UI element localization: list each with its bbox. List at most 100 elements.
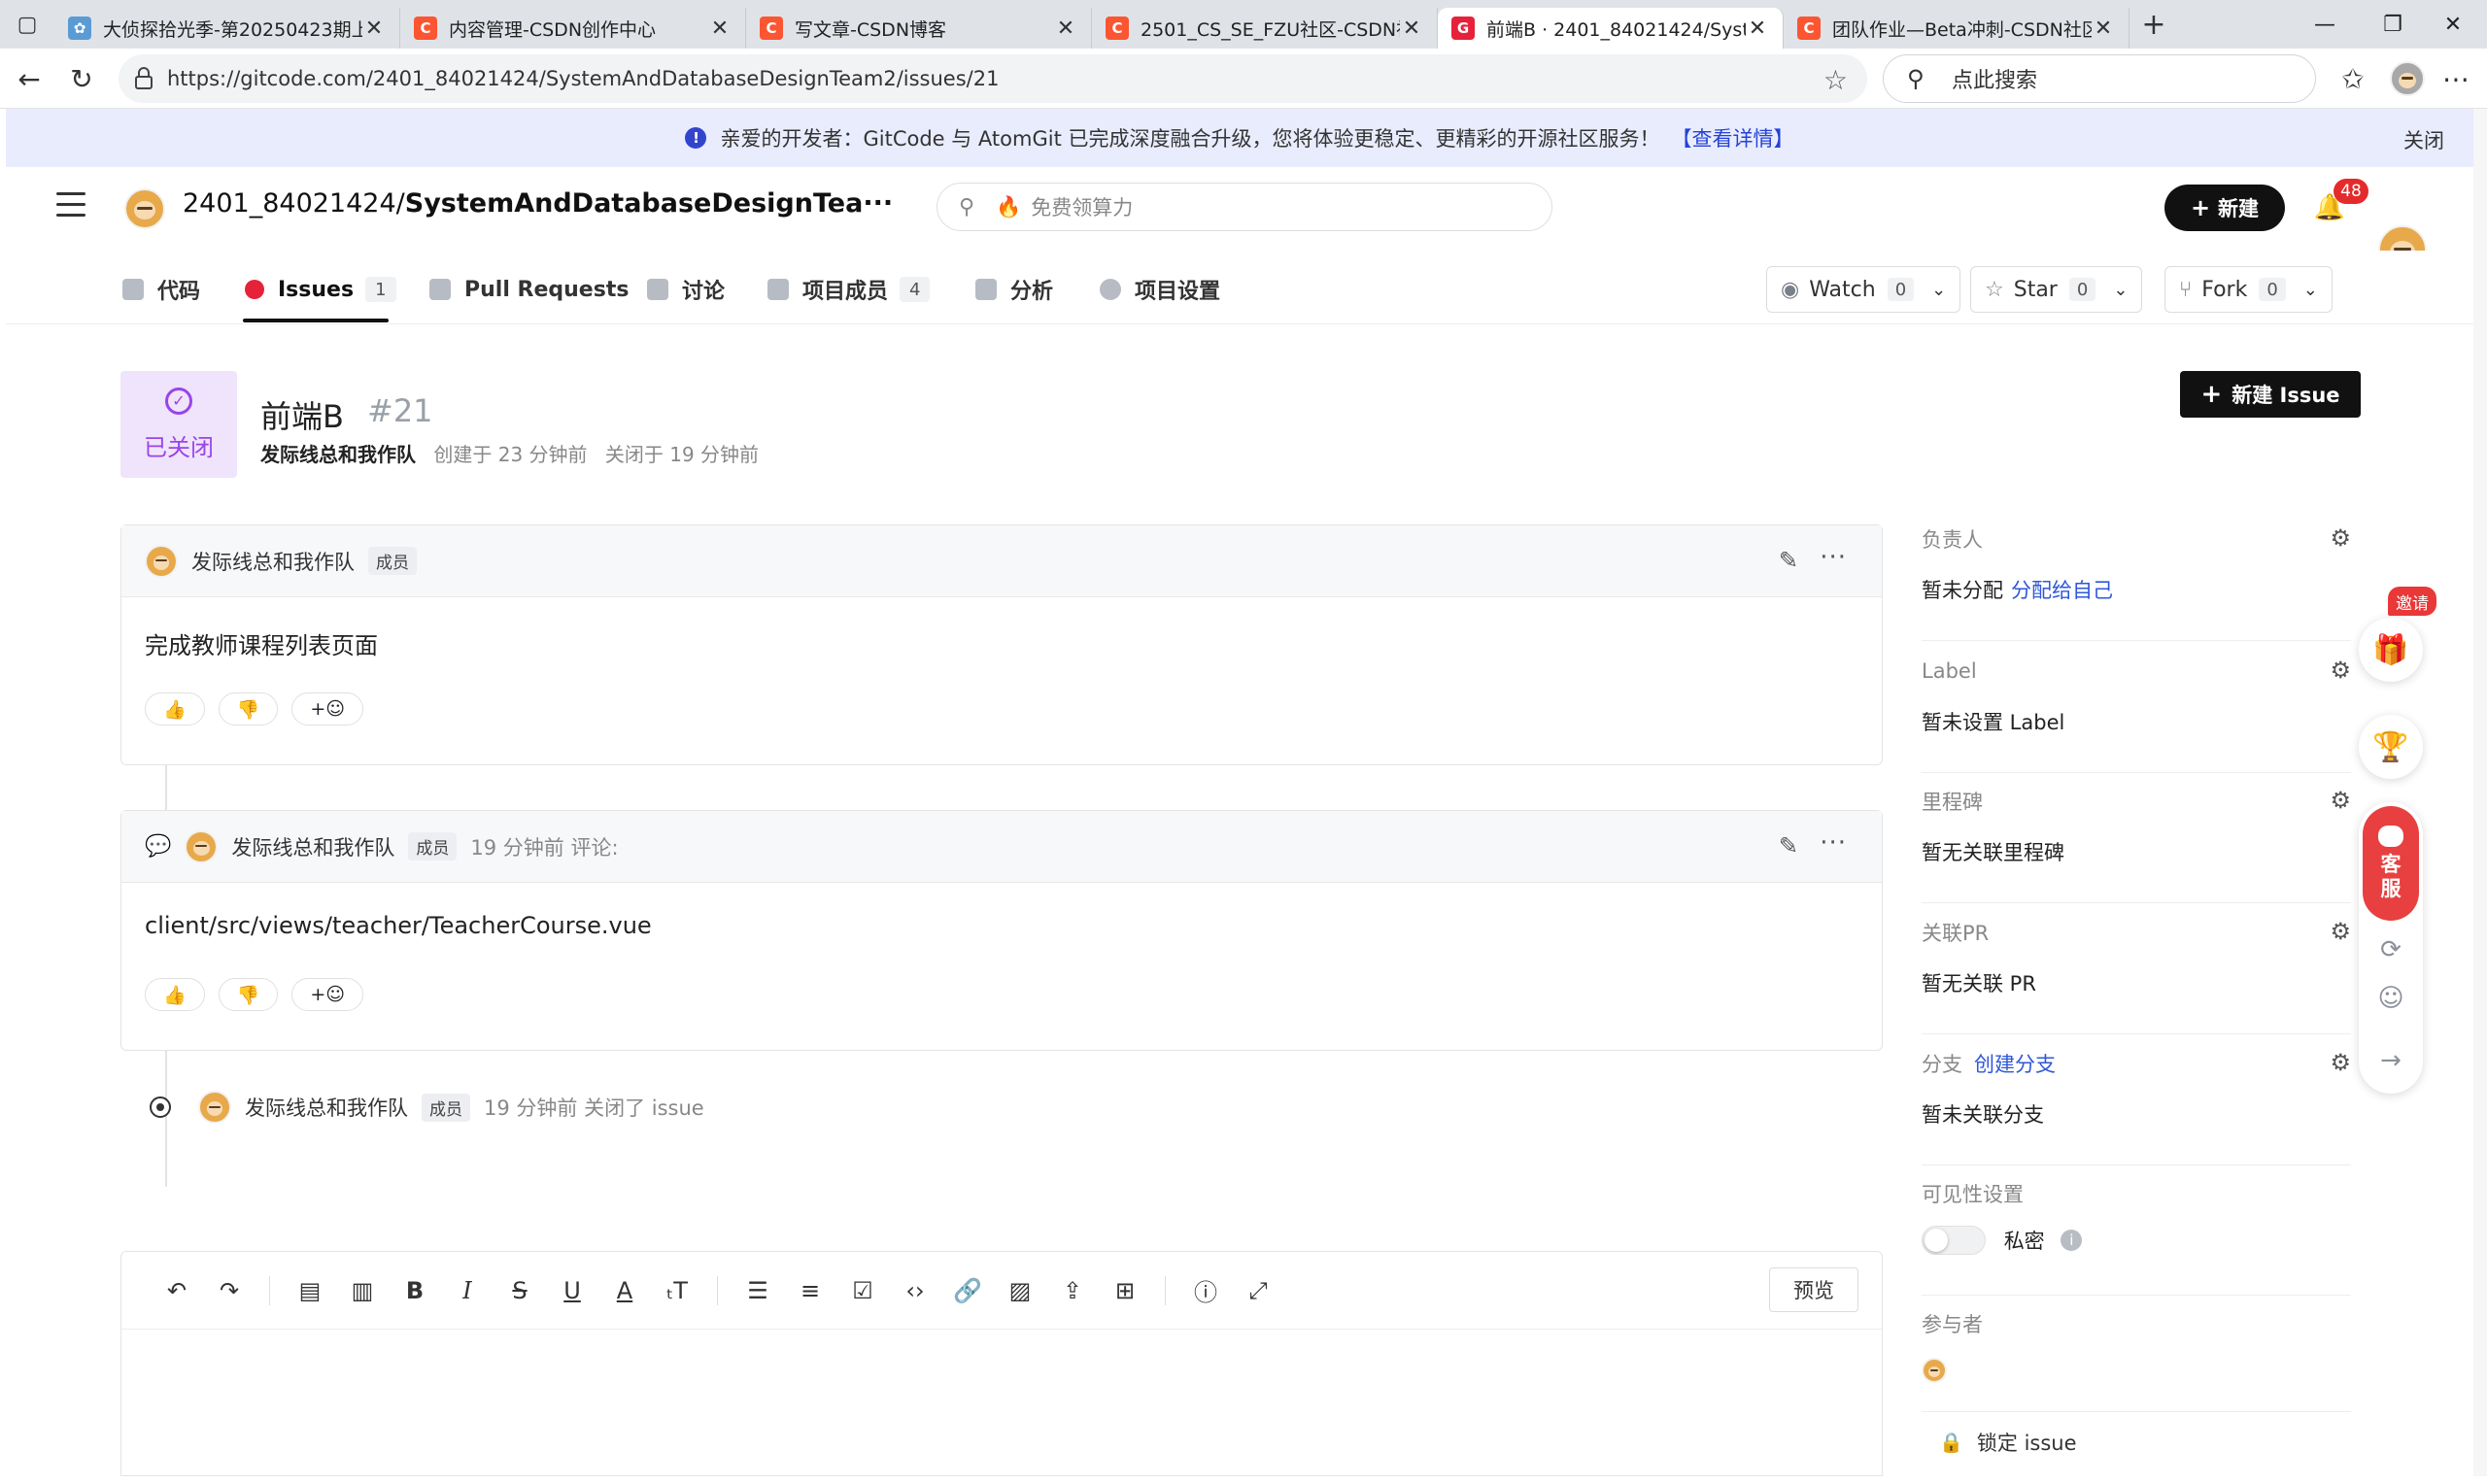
participant-avatar[interactable]	[1922, 1358, 1947, 1383]
tab-discussions[interactable]: 讨论	[647, 270, 725, 309]
announcement-link[interactable]: 【查看详情】	[1672, 123, 1794, 152]
editor-textarea[interactable]	[121, 1330, 1882, 1475]
comment-author[interactable]: 发际线总和我作队	[231, 832, 394, 861]
author-avatar[interactable]	[145, 544, 178, 578]
help-icon[interactable]: ⓘ	[1179, 1271, 1232, 1310]
font-size-icon[interactable]: ₜT	[651, 1271, 703, 1310]
upload-icon[interactable]: ⇪	[1046, 1271, 1099, 1310]
private-toggle[interactable]	[1922, 1226, 1986, 1255]
announcement-close-button[interactable]: 关闭	[2403, 125, 2444, 154]
thumbs-up-icon[interactable]: 👍	[145, 692, 205, 725]
more-menu-icon[interactable]: ⋯	[2438, 61, 2473, 96]
task-list-icon[interactable]: ☑	[836, 1271, 889, 1310]
arrow-right-icon[interactable]: →	[2375, 1045, 2406, 1076]
site-search-input[interactable]: ⚲ 🔥 免费领算力	[937, 183, 1552, 231]
add-reaction-icon[interactable]: +☺	[291, 978, 364, 1011]
assign-self-link[interactable]: 分配给自己	[2011, 579, 2113, 602]
text-color-icon[interactable]: A	[598, 1271, 651, 1310]
browser-tab-5[interactable]: G 前端B · 2401_84021424/SystemAn ✕	[1438, 8, 1784, 49]
gear-icon[interactable]: ⚙	[2330, 657, 2351, 684]
bold-icon[interactable]: B	[389, 1271, 441, 1310]
gear-icon[interactable]: ⚙	[2330, 1049, 2351, 1076]
header-1-icon[interactable]: ▤	[284, 1271, 336, 1310]
tab-actions-icon[interactable]: ▢	[0, 0, 54, 49]
browser-tab-3[interactable]: C 写文章-CSDN博客 ✕	[746, 8, 1092, 49]
hamburger-menu-icon[interactable]	[56, 192, 85, 218]
invite-badge[interactable]: 邀请	[2388, 587, 2436, 616]
close-icon[interactable]: ✕	[1746, 17, 1769, 41]
close-icon[interactable]: ✕	[362, 17, 386, 41]
favorites-icon[interactable]: ✩	[2335, 61, 2370, 96]
thumbs-down-icon[interactable]: 👎	[218, 692, 279, 725]
issue-author[interactable]: 发际线总和我作队	[260, 443, 416, 466]
close-icon[interactable]: ✕	[708, 17, 732, 41]
repo-owner[interactable]: 2401_84021424/	[183, 188, 405, 219]
add-reaction-icon[interactable]: +☺	[291, 692, 364, 725]
star-button[interactable]: ☆ Star 0 ⌄	[1970, 266, 2143, 313]
thumbs-down-icon[interactable]: 👎	[218, 978, 279, 1011]
redo-icon[interactable]: ↷	[203, 1271, 256, 1310]
more-options-icon[interactable]: ···	[1820, 828, 1847, 858]
tab-settings[interactable]: 项目设置	[1100, 270, 1220, 309]
fork-button[interactable]: ⑂ Fork 0 ⌄	[2164, 266, 2333, 313]
tab-pull-requests[interactable]: Pull Requests	[429, 270, 629, 309]
new-issue-button[interactable]: + 新建 Issue	[2180, 371, 2361, 418]
fullscreen-icon[interactable]: ⤢	[1232, 1271, 1284, 1310]
tab-issues[interactable]: Issues 1	[245, 270, 396, 309]
author-avatar[interactable]	[198, 1091, 231, 1124]
strikethrough-icon[interactable]: S	[494, 1271, 546, 1310]
image-icon[interactable]: ▨	[994, 1271, 1046, 1310]
page-scrollbar[interactable]	[2473, 109, 2487, 1476]
reload-icon[interactable]: ↻	[64, 61, 99, 96]
tab-code[interactable]: 代码	[122, 270, 200, 309]
thumbs-up-icon[interactable]: 👍	[145, 978, 205, 1011]
url-field[interactable]: https://gitcode.com/2401_84021424/System…	[119, 54, 1867, 103]
underline-icon[interactable]: U	[546, 1271, 598, 1310]
gift-icon[interactable]: 🎁	[2359, 618, 2423, 682]
customer-service-button[interactable]: 客 服	[2363, 806, 2419, 921]
numbered-list-icon[interactable]: ≡	[784, 1271, 836, 1310]
table-icon[interactable]: ⊞	[1099, 1271, 1151, 1310]
favorite-star-icon[interactable]: ☆	[1823, 64, 1848, 96]
comment-author[interactable]: 发际线总和我作队	[191, 547, 355, 576]
new-tab-icon[interactable]: +	[2129, 0, 2178, 49]
event-author[interactable]: 发际线总和我作队	[245, 1093, 408, 1122]
gear-icon[interactable]: ⚙	[2330, 918, 2351, 945]
tab-analytics[interactable]: 分析	[975, 270, 1053, 309]
code-icon[interactable]: ‹›	[889, 1271, 941, 1310]
edit-icon[interactable]: ✎	[1779, 547, 1798, 574]
browser-tab-1[interactable]: ✿ 大侦探拾光季-第20250423期上线 ✕	[54, 8, 400, 49]
edit-icon[interactable]: ✎	[1779, 832, 1798, 860]
more-options-icon[interactable]: ···	[1820, 543, 1847, 572]
gear-icon[interactable]: ⚙	[2330, 524, 2351, 552]
minimize-icon[interactable]: —	[2291, 0, 2359, 49]
trophy-icon[interactable]: 🏆	[2359, 715, 2423, 779]
browser-tab-2[interactable]: C 内容管理-CSDN创作中心 ✕	[400, 8, 746, 49]
repo-path[interactable]: 2401_84021424/SystemAndDatabaseDesignTea…	[183, 188, 893, 219]
back-arrow-icon[interactable]: ←	[12, 61, 47, 96]
bullet-list-icon[interactable]: ☰	[732, 1271, 784, 1310]
author-avatar[interactable]	[185, 829, 219, 863]
lock-issue-button[interactable]: 🔒 锁定 issue	[1939, 1428, 2077, 1457]
smile-icon[interactable]: ☺	[2375, 983, 2406, 1014]
watch-button[interactable]: ◉ Watch 0 ⌄	[1766, 266, 1961, 313]
repo-name[interactable]: SystemAndDatabaseDesignTea···	[405, 188, 893, 219]
header-2-icon[interactable]: ▥	[336, 1271, 389, 1310]
create-branch-link[interactable]: 创建分支	[1974, 1049, 2056, 1078]
italic-icon[interactable]: I	[441, 1271, 494, 1310]
browser-profile-avatar[interactable]	[2390, 61, 2425, 96]
close-icon[interactable]: ✕	[2092, 17, 2115, 41]
tab-members[interactable]: 项目成员 4	[767, 270, 931, 309]
link-icon[interactable]: 🔗	[941, 1271, 994, 1310]
new-button[interactable]: + 新建	[2164, 185, 2285, 231]
preview-button[interactable]: 预览	[1769, 1267, 1858, 1312]
info-icon[interactable]: i	[2061, 1230, 2083, 1251]
browser-search-field[interactable]: ⚲ 点此搜索	[1883, 54, 2316, 103]
close-icon[interactable]: ✕	[1400, 17, 1423, 41]
restore-icon[interactable]: ❐	[2359, 0, 2427, 49]
window-close-icon[interactable]: ✕	[2419, 0, 2487, 49]
browser-tab-4[interactable]: C 2501_CS_SE_FZU社区-CSDN社区云 ✕	[1092, 8, 1438, 49]
close-icon[interactable]: ✕	[1054, 17, 1077, 41]
repo-owner-avatar[interactable]	[124, 188, 165, 229]
browser-tab-6[interactable]: C 团队作业—Beta冲刺-CSDN社区 ✕	[1784, 8, 2129, 49]
